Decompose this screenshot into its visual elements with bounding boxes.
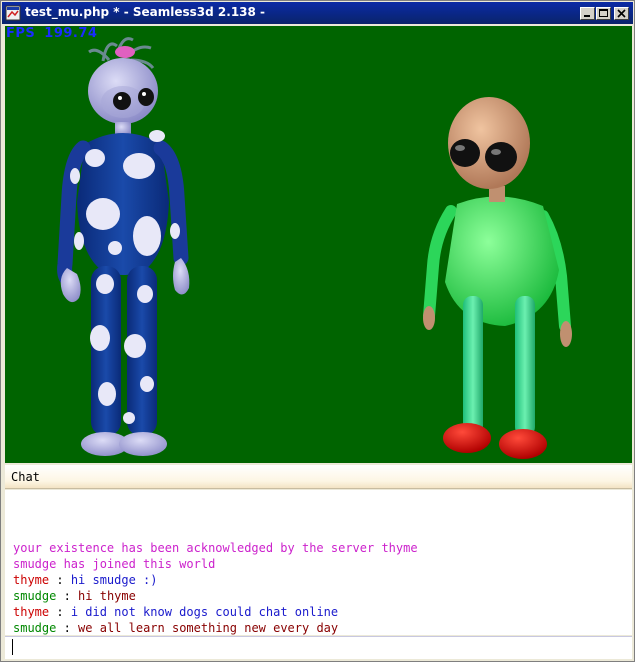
message-text: smudge has joined this world — [13, 557, 216, 571]
fps-label: FPS — [6, 26, 36, 41]
chat-log[interactable]: your existence has been acknowledged by … — [5, 490, 632, 635]
message-separator: : — [56, 589, 79, 603]
character-left — [57, 37, 190, 456]
message-text: your existence has been acknowledged by … — [13, 541, 418, 555]
message-sender: smudge — [13, 589, 57, 603]
app-icon — [5, 5, 21, 21]
message-separator: : — [49, 573, 71, 587]
minimize-button[interactable] — [580, 7, 595, 20]
text-caret — [12, 639, 13, 655]
app-window: test_mu.php * - Seamless3d 2.138 - FPS 1… — [0, 0, 635, 662]
title-bar[interactable]: test_mu.php * - Seamless3d 2.138 - — [2, 2, 633, 24]
3d-viewport[interactable]: FPS 199.74 — [5, 26, 632, 463]
message-sender: thyme — [13, 605, 50, 619]
window-title: test_mu.php * - Seamless3d 2.138 - — [25, 5, 266, 19]
scene-render — [57, 37, 572, 459]
chat-input[interactable] — [5, 636, 632, 659]
message-text: i did not know dogs could chat online — [70, 605, 339, 619]
fps-counter: FPS 199.74 — [6, 26, 106, 41]
message-separator: : — [56, 621, 79, 635]
chat-header: Chat — [5, 465, 632, 489]
chat-message: smudge : hi thyme — [13, 589, 136, 603]
chat-message: smudge : we all learn something new ever… — [13, 621, 338, 635]
message-text: we all learn something new every day — [78, 621, 339, 635]
close-icon — [617, 9, 626, 18]
close-button[interactable] — [614, 7, 629, 20]
chat-message: thyme : i did not know dogs could chat o… — [13, 605, 338, 619]
message-text: hi thyme — [78, 589, 136, 603]
chat-message: thyme : hi smudge :) — [13, 573, 158, 587]
message-sender: thyme — [13, 573, 50, 587]
character-right — [423, 97, 572, 459]
maximize-button[interactable] — [596, 7, 611, 20]
chat-title: Chat — [11, 470, 40, 484]
minimize-icon — [584, 15, 590, 17]
maximize-icon — [599, 9, 608, 17]
message-separator: : — [49, 605, 71, 619]
message-sender: smudge — [13, 621, 57, 635]
chat-message: smudge has joined this world — [13, 557, 215, 571]
chat-message: your existence has been acknowledged by … — [13, 541, 418, 555]
message-text: hi smudge :) — [70, 573, 158, 587]
fps-value: 199.74 — [44, 26, 98, 41]
